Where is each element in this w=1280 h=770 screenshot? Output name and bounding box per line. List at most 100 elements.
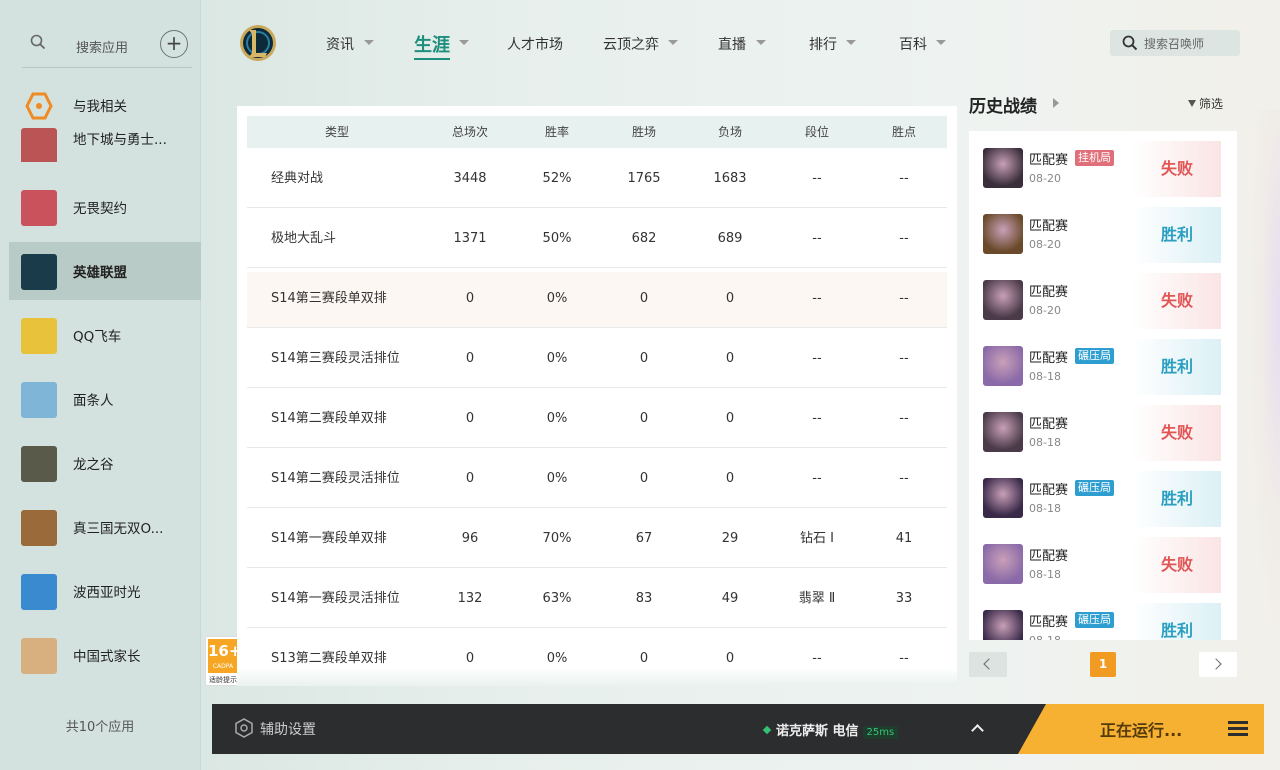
column-header: 胜率 (544, 125, 569, 139)
table-row[interactable]: S14第一赛段单双排 96 70% 67 29 钻石 Ⅰ 41 (247, 512, 947, 568)
sidebar-item[interactable]: 面条人 (9, 370, 201, 428)
chevron-down-icon[interactable] (936, 40, 946, 45)
nav-item[interactable]: 人才市场 (507, 34, 563, 54)
match-tag-badge: 挂机局 (1075, 150, 1114, 166)
champion-avatar (983, 280, 1023, 320)
menu-icon[interactable] (1228, 721, 1248, 737)
match-result: 胜利 (1133, 471, 1221, 527)
ping-badge: 25ms (862, 726, 899, 739)
table-header: 类型 总场次 胜率 胜场 负场 段位 胜点 (247, 116, 947, 148)
app-count: 共10个应用 (65, 720, 135, 735)
match-date: 08-20 (1029, 172, 1061, 185)
table-row[interactable]: 极地大乱斗 1371 50% 682 689 -- -- (247, 212, 947, 268)
column-header: 负场 (717, 125, 742, 139)
table-row[interactable]: S14第二赛段灵活排位 0 0% 0 0 -- -- (247, 452, 947, 508)
dynasty-warriors-icon (21, 510, 57, 546)
history-title[interactable]: 历史战绩 (969, 92, 1037, 117)
background-decoration (1250, 110, 1280, 630)
table-cell: 83 (635, 591, 653, 606)
sidebar-item[interactable]: QQ飞车 (9, 306, 201, 364)
table-cell: 1683 (713, 171, 747, 186)
table-cell: S14第三赛段灵活排位 (271, 351, 400, 366)
match-item[interactable]: 匹配赛 08-18 失败 (969, 527, 1237, 593)
running-label: 正在运行... (1100, 721, 1183, 740)
prev-page-button[interactable] (969, 652, 1007, 677)
match-item[interactable]: 匹配赛碾压局 08-18 胜利 (969, 461, 1237, 527)
match-item[interactable]: 匹配赛 08-20 胜利 (969, 197, 1237, 263)
sidebar-item[interactable]: 波西亚时光 (9, 562, 201, 620)
table-cell: -- (812, 171, 822, 186)
age-rating-sub: CADPA (212, 663, 234, 670)
table-cell: 0 (465, 351, 475, 366)
match-mode: 匹配赛 (1029, 285, 1069, 300)
match-date: 08-18 (1029, 436, 1061, 449)
match-item[interactable]: 匹配赛碾压局 08-18 胜利 (969, 593, 1237, 640)
sidebar-item[interactable]: 地下城与勇士... (9, 126, 201, 162)
server-status[interactable]: 诺克萨斯 电信 25ms (762, 720, 899, 739)
nav-item[interactable]: 排行 (809, 34, 837, 54)
table-cell: 33 (895, 591, 913, 606)
nav-item[interactable]: 云顶之弈 (603, 34, 659, 54)
table-cell: -- (812, 291, 822, 306)
app-search-input[interactable]: 搜索应用 (76, 37, 128, 56)
add-app-button[interactable]: + (160, 30, 188, 58)
sidebar-item[interactable]: 英雄联盟 (9, 242, 201, 300)
table-cell: 0 (639, 471, 649, 486)
filter-button[interactable]: 筛选 (1188, 95, 1223, 112)
column-header: 类型 (324, 125, 349, 139)
chevron-down-icon[interactable] (846, 40, 856, 45)
sidebar-item[interactable]: 中国式家长 (9, 626, 201, 684)
chevron-down-icon[interactable] (668, 40, 678, 45)
app-search[interactable]: 搜索应用 + (22, 28, 192, 68)
nav-item[interactable]: 百科 (899, 34, 927, 54)
chevron-down-icon[interactable] (364, 40, 374, 45)
table-row[interactable]: S14第三赛段单双排 0 0% 0 0 -- -- (247, 272, 947, 328)
table-cell: 67 (635, 531, 653, 546)
summoner-search-input[interactable]: 搜索召唤师 (1144, 35, 1204, 52)
chevron-up-icon[interactable] (971, 724, 984, 737)
table-row[interactable]: S14第二赛段单双排 0 0% 0 0 -- -- (247, 392, 947, 448)
table-cell: 0% (546, 351, 568, 366)
champion-avatar (983, 610, 1023, 640)
match-result: 失败 (1133, 141, 1221, 197)
running-button[interactable]: 正在运行... (1018, 704, 1264, 754)
table-cell: -- (812, 351, 822, 366)
match-result: 失败 (1133, 537, 1221, 593)
match-item[interactable]: 匹配赛碾压局 08-18 胜利 (969, 329, 1237, 395)
nav-item[interactable]: 资讯 (326, 34, 354, 54)
sidebar-item[interactable]: 龙之谷 (9, 434, 201, 492)
table-cell: 0% (546, 291, 568, 306)
match-mode: 匹配赛 (1029, 483, 1069, 498)
page-number[interactable]: 1 (1090, 652, 1116, 677)
summoner-search[interactable]: 搜索召唤师 (1110, 30, 1240, 56)
match-date: 08-20 (1029, 304, 1061, 317)
sidebar-item[interactable]: 真三国无双O... (9, 498, 201, 556)
champion-avatar (983, 214, 1023, 254)
lol-logo-icon[interactable] (238, 23, 278, 63)
match-item[interactable]: 匹配赛 08-20 失败 (969, 263, 1237, 329)
search-icon (30, 34, 46, 50)
sidebar-item-label: 面条人 (73, 393, 114, 409)
match-date: 08-18 (1029, 370, 1061, 383)
column-header: 总场次 (451, 125, 488, 139)
champion-avatar (983, 148, 1023, 188)
table-cell: S14第三赛段单双排 (271, 291, 387, 306)
next-page-button[interactable] (1199, 652, 1237, 677)
table-row[interactable]: S14第一赛段灵活排位 132 63% 83 49 翡翠 Ⅱ 33 (247, 572, 947, 628)
sidebar-item[interactable]: 无畏契约 (9, 178, 201, 236)
dragonnest-icon (21, 446, 57, 482)
nav-item[interactable]: 生涯 (414, 31, 450, 60)
match-result: 失败 (1133, 273, 1221, 329)
chevron-down-icon[interactable] (756, 40, 766, 45)
sidebar-item-label: 龙之谷 (73, 457, 114, 473)
assist-settings-button[interactable]: 辅助设置 (234, 718, 316, 739)
history-arrow-icon[interactable] (1053, 98, 1059, 108)
match-item[interactable]: 匹配赛 08-18 失败 (969, 395, 1237, 461)
match-item[interactable]: 匹配赛 挂机局 08-20 失败 (969, 131, 1237, 197)
table-row[interactable]: 经典对战 3448 52% 1765 1683 -- -- (247, 152, 947, 208)
nav-item[interactable]: 直播 (718, 34, 746, 54)
bottom-bar: 辅助设置 诺克萨斯 电信 25ms 正在运行... (212, 704, 1264, 754)
chevron-down-icon[interactable] (459, 40, 469, 45)
table-row[interactable]: S14第三赛段灵活排位 0 0% 0 0 -- -- (247, 332, 947, 388)
valorant-icon (21, 190, 57, 226)
